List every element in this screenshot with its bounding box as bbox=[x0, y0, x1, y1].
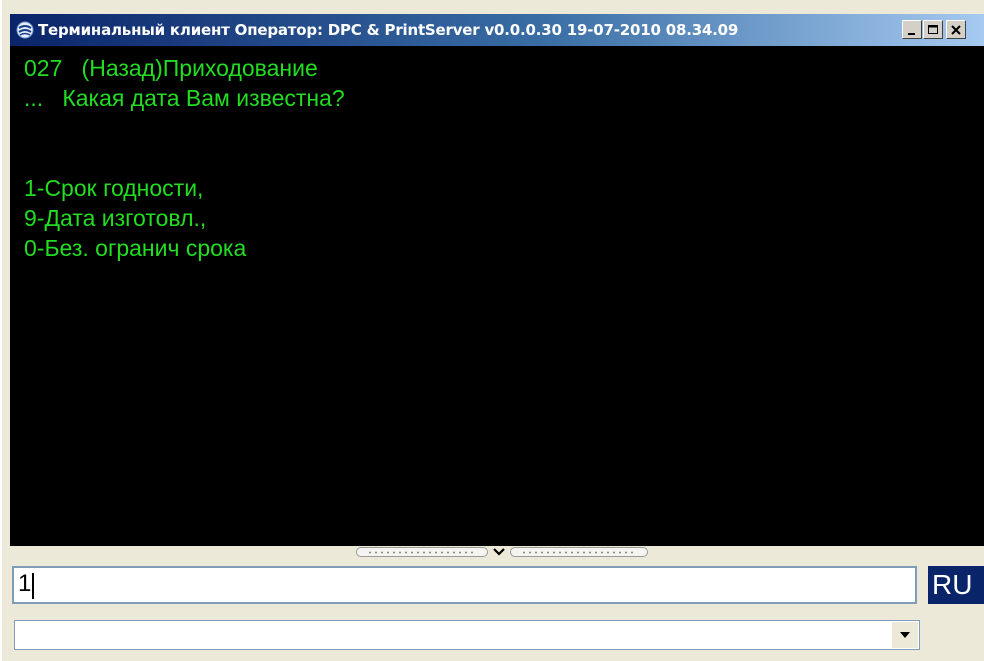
app-terminal-icon bbox=[16, 21, 34, 39]
language-indicator[interactable]: RU bbox=[928, 566, 984, 604]
command-input[interactable]: 1 bbox=[12, 566, 917, 604]
panel-splitter[interactable] bbox=[10, 546, 984, 560]
maximize-button[interactable] bbox=[923, 20, 943, 39]
splitter-grip-right[interactable] bbox=[510, 547, 648, 557]
splitter-grip-left[interactable] bbox=[356, 547, 488, 557]
maximize-icon bbox=[928, 25, 938, 34]
minimize-button[interactable] bbox=[902, 20, 922, 39]
history-combobox[interactable] bbox=[14, 620, 920, 650]
minimize-icon bbox=[908, 33, 915, 35]
title-bar[interactable]: Терминальный клиент Оператор: DPC & Prin… bbox=[10, 14, 984, 46]
terminal-client-window: Терминальный клиент Оператор: DPC & Prin… bbox=[0, 0, 984, 661]
combobox-dropdown-button[interactable] bbox=[892, 622, 918, 648]
close-icon bbox=[951, 25, 961, 35]
terminal-line: 9-Дата изготовл., bbox=[24, 205, 207, 231]
terminal-line: ... Какая дата Вам известна? bbox=[24, 85, 345, 111]
command-input-value: 1 bbox=[18, 570, 32, 597]
dropdown-arrow-icon bbox=[900, 632, 910, 638]
window-title: Терминальный клиент Оператор: DPC & Prin… bbox=[38, 21, 739, 39]
terminal-line: 1-Срок годности, bbox=[24, 175, 204, 201]
terminal-screen[interactable]: 027 (Назад)Приходование ... Какая дата В… bbox=[10, 46, 984, 546]
chevron-down-icon[interactable] bbox=[488, 546, 510, 558]
terminal-line: 0-Без. огранич срока bbox=[24, 235, 247, 261]
close-button[interactable] bbox=[946, 20, 966, 39]
terminal-line: 027 (Назад)Приходование bbox=[24, 55, 318, 81]
text-caret bbox=[32, 573, 34, 599]
